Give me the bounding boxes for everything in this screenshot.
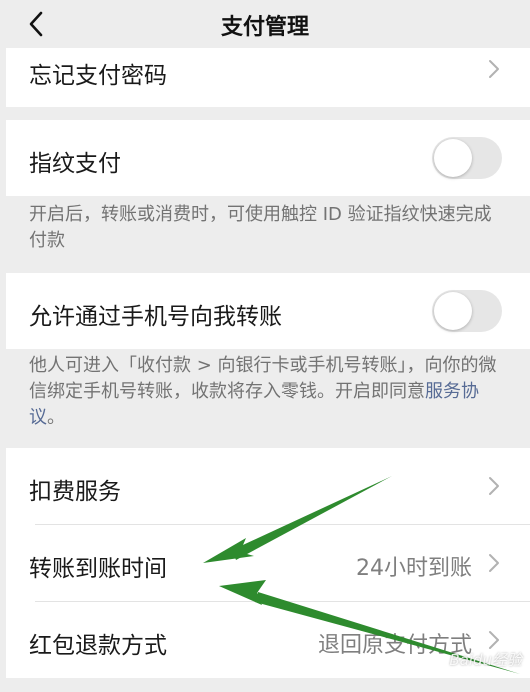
forgot-password-label: 忘记支付密码 <box>29 63 167 89</box>
phone-transfer-label: 允许通过手机号向我转账 <box>29 304 282 330</box>
deduction-service-row[interactable]: 扣费服务 <box>6 448 530 525</box>
page-title: 支付管理 <box>220 15 309 40</box>
phone-transfer-description-end: 。 <box>47 407 65 428</box>
chevron-right-icon <box>486 629 502 651</box>
deduction-service-label: 扣费服务 <box>29 479 121 505</box>
forgot-password-row[interactable]: 忘记支付密码 <box>6 48 530 107</box>
phone-transfer-description: 他人可进入「收付款 > 向银行卡或手机号转账」，向你的微信绑定手机号转账，收款将… <box>29 353 499 431</box>
watermark: Baidu经验 <box>449 651 522 669</box>
arrival-time-label: 转账到账时间 <box>29 556 167 582</box>
fingerprint-payment-description: 开启后，转账或消费时，可使用触控 ID 验证指纹快速完成付款 <box>29 204 492 251</box>
fingerprint-payment-row: 指纹支付 <box>6 120 530 196</box>
arrival-time-value: 24小时到账 <box>356 556 472 581</box>
chevron-right-icon <box>486 58 502 80</box>
toggle-knob <box>434 292 472 330</box>
fingerprint-payment-label: 指纹支付 <box>29 151 121 177</box>
phone-transfer-toggle[interactable] <box>432 290 502 332</box>
arrival-time-row[interactable]: 转账到账时间 24小时到账 <box>6 525 530 602</box>
phone-transfer-row: 允许通过手机号向我转账 <box>6 273 530 349</box>
fingerprint-payment-toggle[interactable] <box>432 137 502 179</box>
chevron-right-icon <box>486 475 502 497</box>
navigation-bar: 支付管理 <box>0 0 530 48</box>
toggle-knob <box>434 139 472 177</box>
chevron-right-icon <box>486 552 502 574</box>
payment-management-screen: 支付管理 忘记支付密码 指纹支付 开启后，转账或消费时，可使用触控 ID 验证指… <box>0 0 530 692</box>
red-packet-refund-label: 红包退款方式 <box>29 633 167 659</box>
